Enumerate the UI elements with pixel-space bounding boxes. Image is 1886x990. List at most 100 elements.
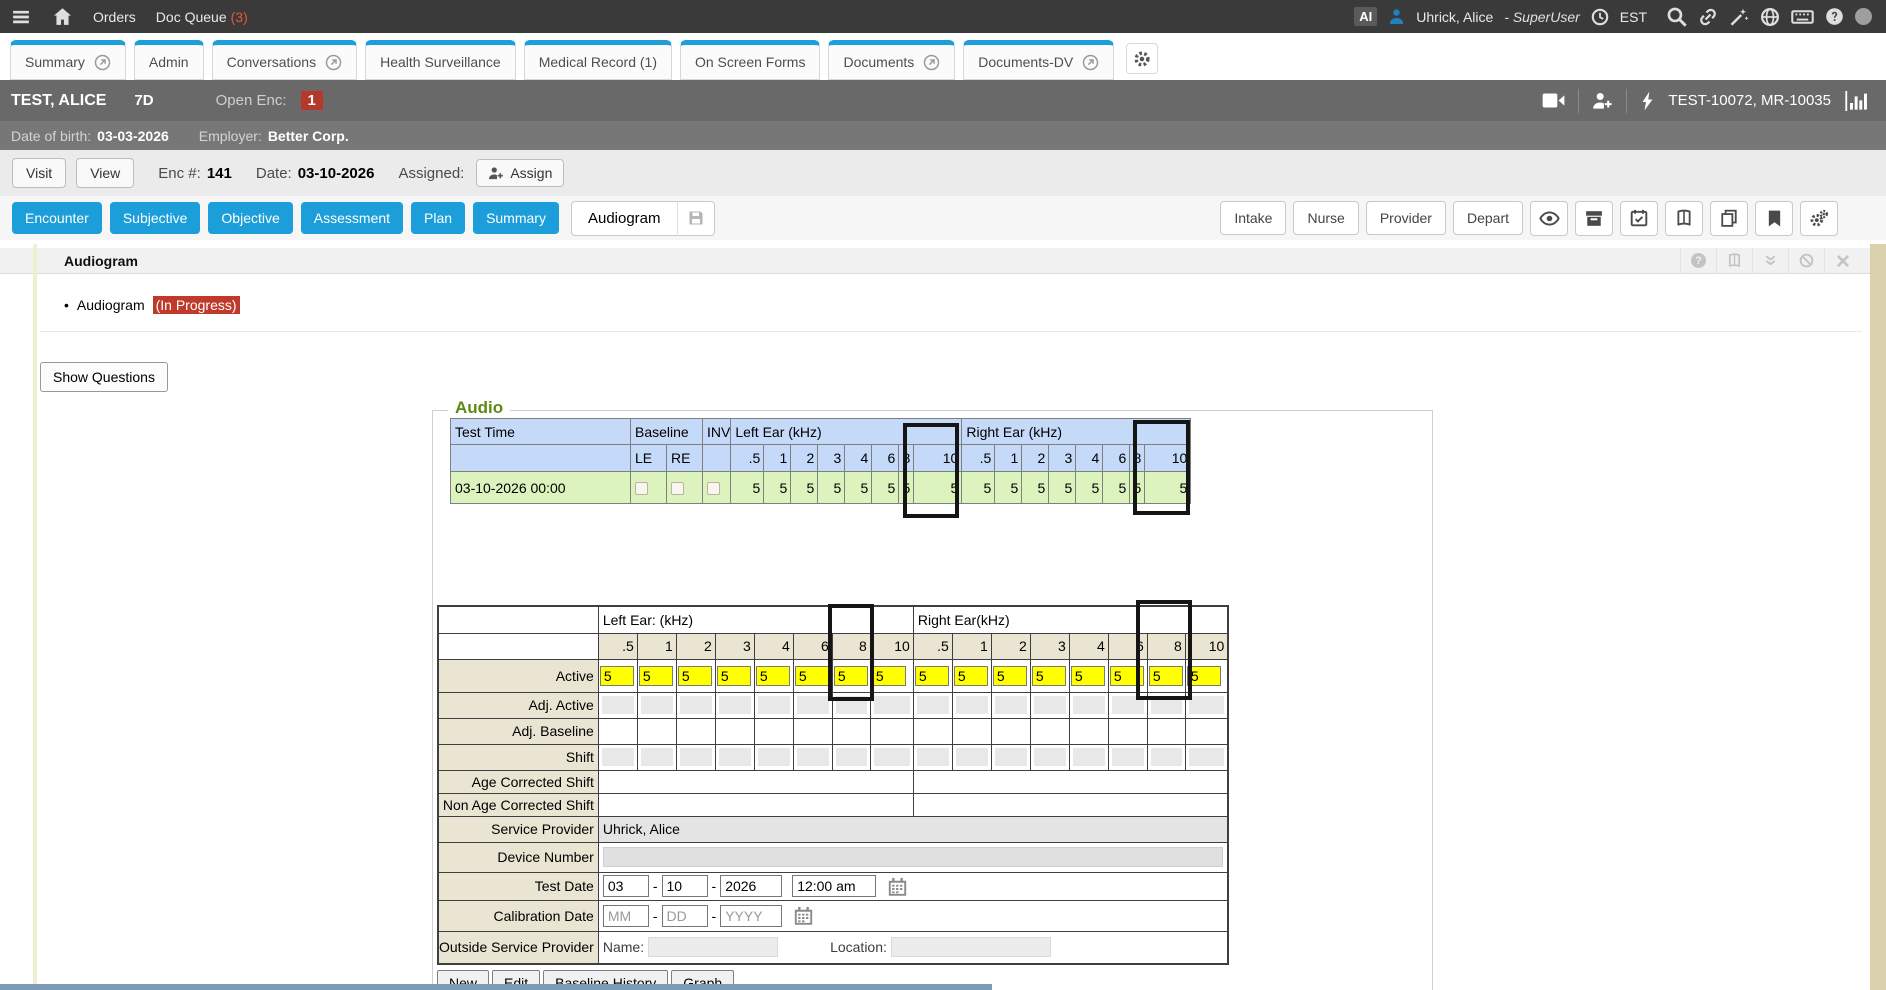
tab-settings-gear-icon[interactable]	[1126, 43, 1158, 74]
doc-queue-count: (3)	[231, 9, 248, 25]
nav-objective-button[interactable]: Objective	[208, 202, 292, 234]
tab-admin[interactable]: Admin	[134, 40, 204, 80]
threshold-cell: 5	[764, 472, 791, 504]
save-icon[interactable]	[677, 202, 714, 234]
active-threshold-input[interactable]	[756, 666, 790, 686]
test-date-day-input[interactable]	[662, 875, 708, 897]
cancel-icon[interactable]	[1788, 248, 1824, 274]
wand-icon[interactable]	[1729, 7, 1749, 27]
tab-documents[interactable]: Documents	[828, 40, 955, 80]
nurse-button[interactable]: Nurse	[1293, 201, 1358, 235]
test-time-value: 03-10-2026 00:00	[451, 472, 631, 504]
collapse-chevrons-icon[interactable]	[1752, 248, 1788, 274]
hamburger-menu-icon[interactable]	[10, 8, 32, 26]
active-threshold-input[interactable]	[954, 666, 988, 686]
help-icon[interactable]	[1825, 7, 1844, 26]
tab-medical-record[interactable]: Medical Record (1)	[524, 40, 672, 80]
archive-box-icon[interactable]	[1575, 201, 1613, 236]
nav-plan-button[interactable]: Plan	[411, 202, 465, 234]
gears-icon[interactable]	[1800, 201, 1838, 236]
popout-icon[interactable]	[1082, 54, 1099, 71]
col-header-le: LE	[631, 445, 667, 472]
device-number-row: Device Number	[438, 842, 1228, 872]
active-threshold-input[interactable]	[993, 666, 1027, 686]
calendar-icon[interactable]	[888, 877, 907, 896]
calibration-day-input[interactable]	[662, 905, 708, 927]
section-title: Audiogram	[0, 253, 138, 269]
bookmark-icon[interactable]	[1755, 201, 1793, 236]
nav-subjective-button[interactable]: Subjective	[110, 202, 201, 234]
home-icon[interactable]	[52, 7, 73, 26]
device-number-input[interactable]	[603, 847, 1224, 867]
popout-icon[interactable]	[923, 54, 940, 71]
menu-orders[interactable]: Orders	[93, 9, 136, 25]
intake-button[interactable]: Intake	[1220, 201, 1286, 235]
lightning-bolt-icon[interactable]	[1640, 91, 1655, 111]
tab-conversations[interactable]: Conversations	[212, 40, 358, 80]
calibration-year-input[interactable]	[720, 905, 782, 927]
copy-icon[interactable]	[1710, 201, 1748, 236]
book-icon[interactable]	[1716, 248, 1752, 274]
baseline-re-checkbox[interactable]	[671, 482, 684, 495]
outside-provider-location-input[interactable]	[891, 937, 1051, 957]
freq-header: .5	[913, 633, 952, 659]
open-enc-badge[interactable]: 1	[301, 91, 323, 110]
popout-icon[interactable]	[325, 54, 342, 71]
baseline-le-checkbox[interactable]	[635, 482, 648, 495]
test-date-month-input[interactable]	[603, 875, 649, 897]
visit-button[interactable]: Visit	[12, 158, 66, 188]
active-threshold-input[interactable]	[717, 666, 751, 686]
ai-badge[interactable]: AI	[1354, 7, 1377, 26]
calendar-icon[interactable]	[794, 906, 813, 925]
calendar-check-icon[interactable]	[1620, 201, 1658, 236]
active-threshold-input[interactable]	[678, 666, 712, 686]
calibration-month-input[interactable]	[603, 905, 649, 927]
divider-line	[40, 331, 1862, 332]
book-icon[interactable]	[1665, 201, 1703, 236]
assign-button[interactable]: Assign	[476, 159, 564, 187]
form-link[interactable]: Audiogram	[77, 297, 145, 313]
popout-icon[interactable]	[94, 54, 111, 71]
show-questions-button[interactable]: Show Questions	[40, 362, 168, 392]
encounter-nav-bar: Encounter Subjective Objective Assessmen…	[0, 196, 1886, 240]
active-threshold-input[interactable]	[600, 666, 634, 686]
outside-provider-name-input[interactable]	[648, 937, 778, 957]
user-name[interactable]: Uhrick, Alice	[1416, 9, 1493, 25]
tab-documents-dv[interactable]: Documents-DV	[963, 40, 1114, 80]
chart-stats-icon[interactable]	[1844, 91, 1868, 111]
module-tab-bar: Summary Admin Conversations Health Surve…	[0, 33, 1886, 80]
active-threshold-input[interactable]	[639, 666, 673, 686]
keyboard-icon[interactable]	[1791, 7, 1814, 27]
video-camera-icon[interactable]	[1542, 92, 1565, 109]
audiogram-active-tab[interactable]: Audiogram	[571, 201, 715, 236]
link-icon[interactable]	[1698, 7, 1718, 27]
provider-button[interactable]: Provider	[1366, 201, 1446, 235]
add-person-icon[interactable]	[1592, 91, 1613, 110]
freq-header: 1	[637, 633, 676, 659]
active-threshold-input[interactable]	[915, 666, 949, 686]
nav-assessment-button[interactable]: Assessment	[301, 202, 403, 234]
row-label-calibration-date: Calibration Date	[438, 900, 598, 931]
test-time-input[interactable]	[792, 875, 876, 897]
eye-icon[interactable]	[1530, 201, 1568, 236]
inv-checkbox[interactable]	[707, 482, 720, 495]
active-threshold-input[interactable]	[1071, 666, 1105, 686]
help-icon[interactable]	[1680, 248, 1716, 274]
tab-on-screen-forms[interactable]: On Screen Forms	[680, 40, 820, 80]
view-button[interactable]: View	[76, 158, 134, 188]
nav-encounter-button[interactable]: Encounter	[12, 202, 102, 234]
tab-health-surveillance[interactable]: Health Surveillance	[365, 40, 516, 80]
close-icon[interactable]	[1824, 248, 1860, 274]
menu-doc-queue[interactable]: Doc Queue(3)	[156, 9, 248, 25]
globe-icon[interactable]	[1760, 7, 1780, 27]
tab-summary[interactable]: Summary	[10, 40, 126, 80]
active-threshold-input[interactable]	[795, 666, 829, 686]
search-icon[interactable]	[1666, 6, 1687, 27]
nav-summary-button[interactable]: Summary	[473, 202, 559, 234]
depart-button[interactable]: Depart	[1453, 201, 1523, 235]
baseline-le-cell	[631, 472, 667, 504]
active-threshold-input[interactable]	[1032, 666, 1066, 686]
active-threshold-input[interactable]	[872, 666, 906, 686]
test-date-year-input[interactable]	[720, 875, 782, 897]
freq-header: 4	[845, 445, 872, 472]
